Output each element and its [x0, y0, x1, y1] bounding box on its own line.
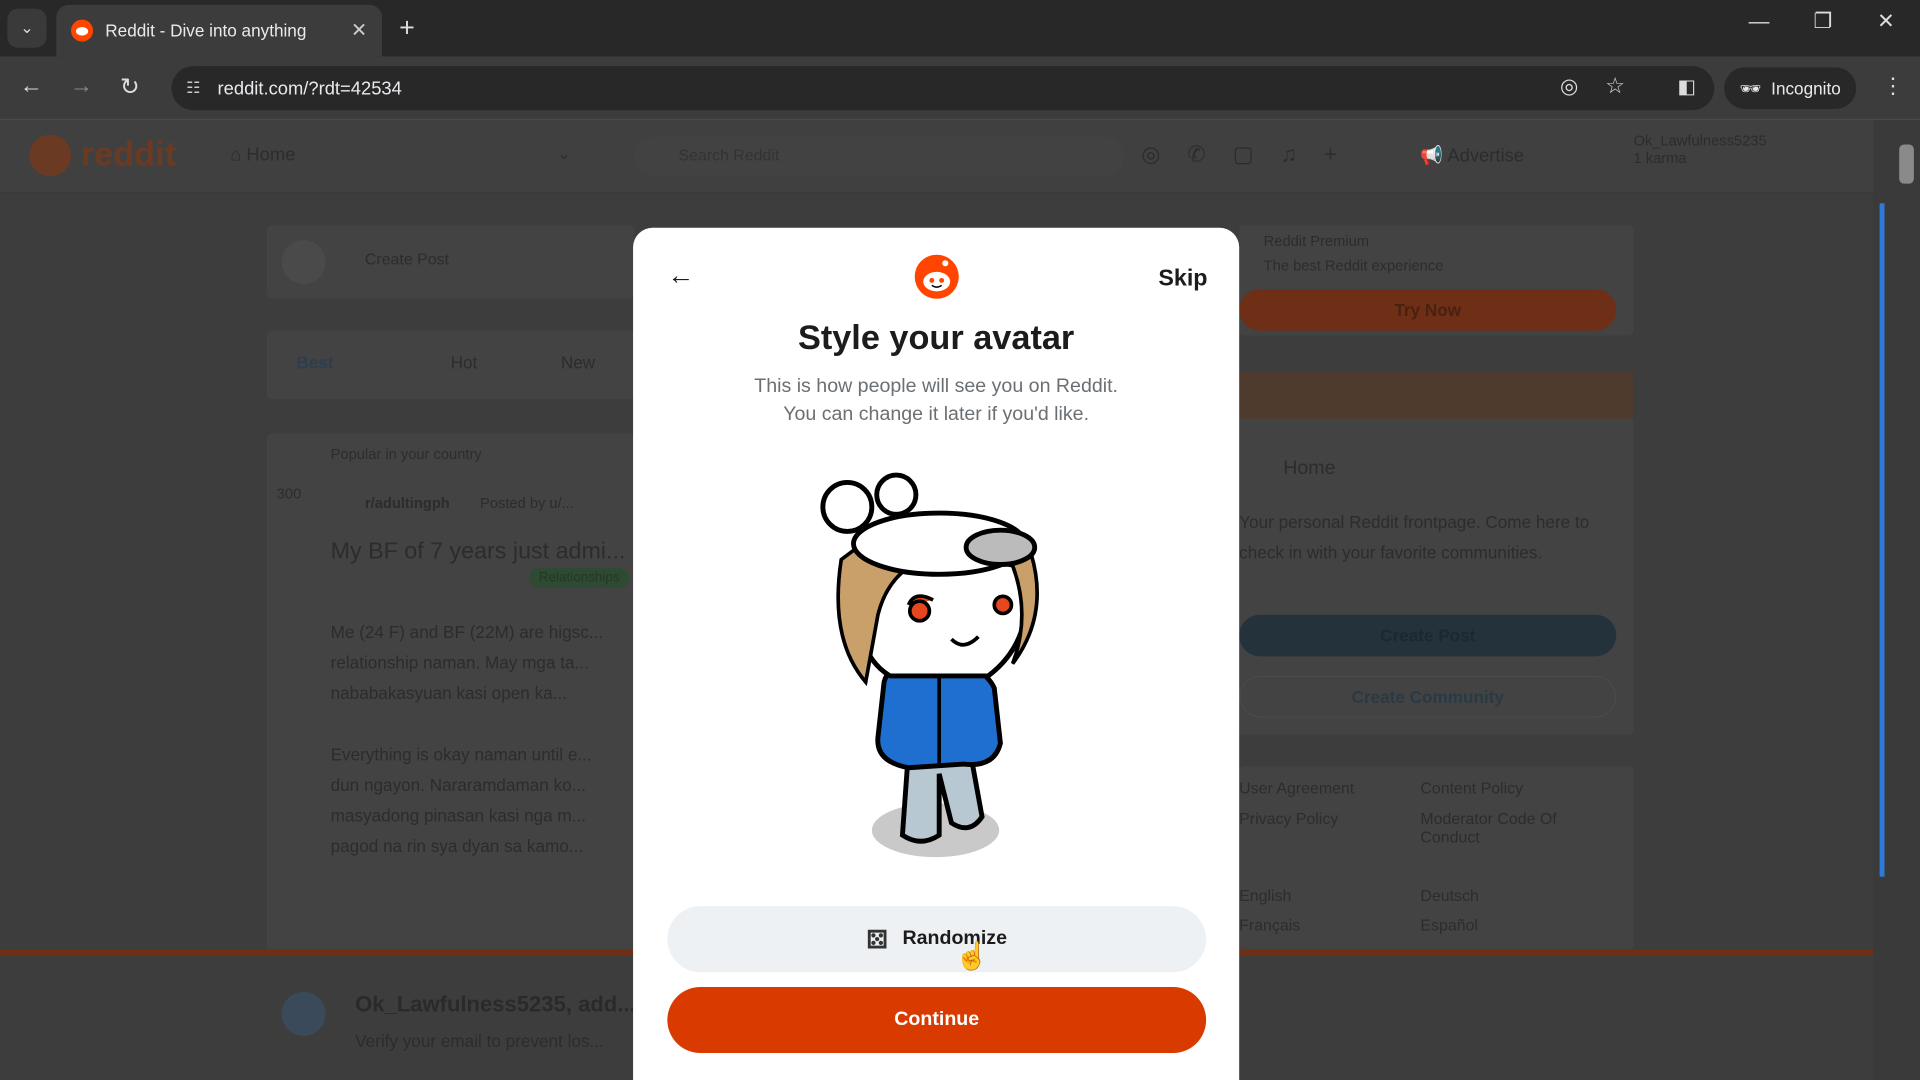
advertise-button[interactable]: 📢 Advertise: [1420, 144, 1524, 167]
home-card: Home Your personal Reddit frontpage. Com…: [1239, 372, 1634, 735]
create-post-input[interactable]: Create Post: [365, 250, 449, 268]
banner-title: Ok_Lawfulness5235, add...: [355, 991, 636, 1017]
search-placeholder: Search Reddit: [678, 145, 780, 165]
incognito-label: Incognito: [1771, 78, 1841, 98]
modal-title: Style your avatar: [797, 318, 1075, 357]
close-window-button[interactable]: ✕: [1877, 10, 1894, 34]
randomize-button[interactable]: ⚄ Randomize: [667, 906, 1207, 973]
sort-hot[interactable]: Hot: [451, 353, 478, 373]
search-input[interactable]: Search Reddit: [634, 137, 1125, 177]
premium-subtitle: The best Reddit experience: [1263, 257, 1444, 275]
banner-subtitle: Verify your email to prevent los...: [355, 1031, 604, 1051]
subreddit-link[interactable]: r/adultingph: [365, 495, 450, 512]
reddit-logo-text: reddit: [80, 134, 177, 173]
reddit-header: reddit ⌂ Home ⌄ Search Reddit ◎✆▢♫+ 📢 Ad…: [0, 120, 1874, 194]
create-post-card[interactable]: Create Post: [266, 225, 635, 299]
footer-link[interactable]: Moderator Code Of Conduct: [1420, 809, 1616, 846]
post-card[interactable]: Popular in your country 300 r/adultingph…: [266, 433, 635, 973]
avatar-preview: [820, 472, 1039, 858]
dice-icon: ⚄: [866, 926, 888, 954]
user-menu[interactable]: Ok_Lawfulness5235 1 karma: [1633, 132, 1766, 166]
close-tab-icon[interactable]: ✕: [351, 18, 367, 42]
back-button[interactable]: ←: [20, 73, 43, 100]
premium-title: Reddit Premium: [1263, 232, 1370, 250]
advertise-label: Advertise: [1447, 145, 1524, 167]
sort-bar: Best Hot New: [266, 330, 635, 400]
footer-link[interactable]: Deutsch: [1420, 887, 1478, 905]
skip-button[interactable]: Skip: [1158, 266, 1207, 293]
premium-card: Reddit Premium The best Reddit experienc…: [1239, 225, 1634, 336]
continue-button[interactable]: Continue: [667, 986, 1207, 1054]
footer-link[interactable]: English: [1239, 887, 1291, 905]
reddit-logo-icon: [29, 134, 72, 177]
tab-reddit[interactable]: Reddit - Dive into anything ✕: [56, 4, 383, 57]
vote-count: 300: [276, 484, 302, 503]
restore-button[interactable]: ❐: [1813, 10, 1832, 34]
post-title[interactable]: My BF of 7 years just admi... idk what t…: [331, 536, 635, 568]
tab-title: Reddit - Dive into anything: [105, 20, 307, 41]
footer-link[interactable]: Español: [1420, 916, 1478, 934]
incognito-indicator[interactable]: 🕶 Incognito: [1724, 67, 1857, 109]
sort-new[interactable]: New: [561, 353, 595, 373]
posted-by[interactable]: Posted by u/...: [480, 495, 574, 512]
back-arrow-icon[interactable]: ←: [667, 260, 694, 292]
karma: 1 karma: [1633, 149, 1687, 167]
home-dropdown[interactable]: ⌂ Home: [230, 144, 295, 165]
footer-link[interactable]: Français: [1239, 916, 1300, 934]
side-panel-icon[interactable]: ◧: [1678, 75, 1697, 99]
reload-button[interactable]: ↻: [120, 73, 139, 101]
avatar: [281, 991, 326, 1036]
scrollbar-thumb[interactable]: [1899, 144, 1914, 184]
post-flair[interactable]: Relationships: [528, 568, 630, 588]
username: Ok_Lawfulness5235: [1633, 132, 1767, 150]
minimize-button[interactable]: —: [1749, 10, 1770, 34]
tab-search-button[interactable]: ⌄: [7, 8, 47, 48]
scroll-track-highlight: [1879, 203, 1885, 877]
header-icons[interactable]: ◎✆▢♫+: [1141, 142, 1364, 168]
url-text: reddit.com/?rdt=42534: [217, 77, 402, 99]
address-bar[interactable]: ☷ reddit.com/?rdt=42534: [171, 66, 1715, 111]
post-body: Me (24 F) and BF (22M) are higsc... relat…: [330, 622, 604, 856]
footer-link[interactable]: Content Policy: [1420, 779, 1523, 797]
footer-links: User Agreement Content Policy Privacy Po…: [1239, 766, 1634, 951]
site-settings-icon[interactable]: ☷: [186, 78, 200, 98]
create-community-button[interactable]: Create Community: [1239, 675, 1617, 718]
chevron-down-icon: ⌄: [20, 18, 34, 37]
new-tab-button[interactable]: +: [399, 12, 415, 44]
home-banner: [1239, 372, 1634, 419]
sort-best[interactable]: Best: [296, 353, 333, 373]
tracking-eye-off-icon[interactable]: ◎: [1560, 75, 1578, 99]
mouse-cursor-hand-icon: ☝: [955, 940, 989, 972]
menu-kebab-icon[interactable]: ⋮: [1882, 73, 1904, 99]
home-label: Home: [246, 144, 296, 166]
reddit-favicon-icon: [71, 19, 94, 42]
modal-subtitle: This is how people will see you on Reddi…: [754, 375, 1118, 425]
home-card-text: Your personal Reddit frontpage. Come her…: [1239, 511, 1590, 563]
style-avatar-modal: ← Skip Style your avatar This is how peo…: [633, 227, 1240, 1080]
footer-link[interactable]: User Agreement: [1239, 779, 1354, 797]
footer-link[interactable]: Privacy Policy: [1239, 809, 1338, 827]
bookmark-star-icon[interactable]: ☆: [1605, 73, 1625, 99]
reddit-snoo-logo-icon: [914, 254, 959, 299]
forward-button[interactable]: →: [70, 73, 93, 100]
avatar: [281, 240, 326, 285]
incognito-icon: 🕶: [1739, 77, 1762, 98]
chevron-down-icon: ⌄: [557, 144, 571, 163]
create-post-button[interactable]: Create Post: [1239, 614, 1617, 657]
home-card-title: Home: [1283, 457, 1336, 479]
try-now-button[interactable]: Try Now: [1239, 288, 1617, 331]
post-context: Popular in your country: [330, 445, 482, 463]
